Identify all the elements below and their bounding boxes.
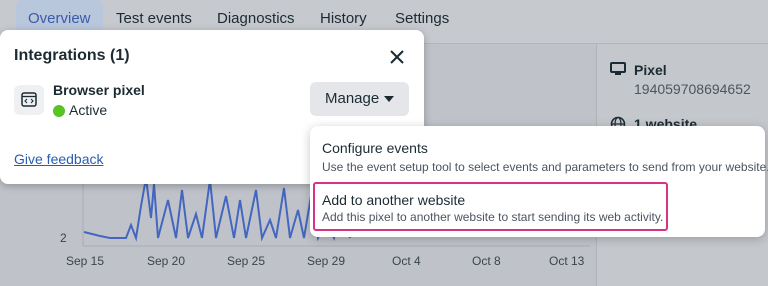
close-icon: [390, 50, 404, 64]
x-tick-label: Sep 15: [66, 254, 105, 268]
x-tick-label: Oct 13: [549, 254, 585, 268]
status-active-dot: [53, 105, 65, 117]
menu-item-title: Configure events: [322, 140, 428, 156]
menu-item-description: Use the event setup tool to select event…: [322, 160, 768, 174]
manage-label: Manage: [325, 90, 380, 107]
pixel-title: Pixel: [634, 62, 667, 78]
y-tick-label: 2: [60, 231, 67, 245]
x-tick-label: Sep 25: [227, 254, 266, 268]
x-tick-label: Sep 20: [147, 254, 186, 268]
integration-icon: [14, 85, 44, 115]
pixel-id: 194059708694652: [634, 81, 751, 97]
integration-name: Browser pixel: [53, 82, 145, 98]
code-window-icon: [21, 92, 37, 107]
x-tick-label: Oct 4: [392, 254, 421, 268]
manage-button[interactable]: Manage: [310, 82, 409, 116]
menu-item-configure-events[interactable]: Configure events Use the event setup too…: [316, 132, 768, 180]
highlight-box: [313, 182, 668, 231]
caret-down-icon: [384, 96, 394, 102]
dialog-title: Integrations (1): [14, 47, 130, 64]
x-tick-label: Sep 29: [307, 254, 346, 268]
monitor-icon: [610, 62, 626, 75]
give-feedback-link[interactable]: Give feedback: [14, 151, 104, 167]
status-label: Active: [69, 102, 108, 118]
close-button[interactable]: [384, 44, 410, 70]
x-tick-label: Oct 8: [472, 254, 501, 268]
